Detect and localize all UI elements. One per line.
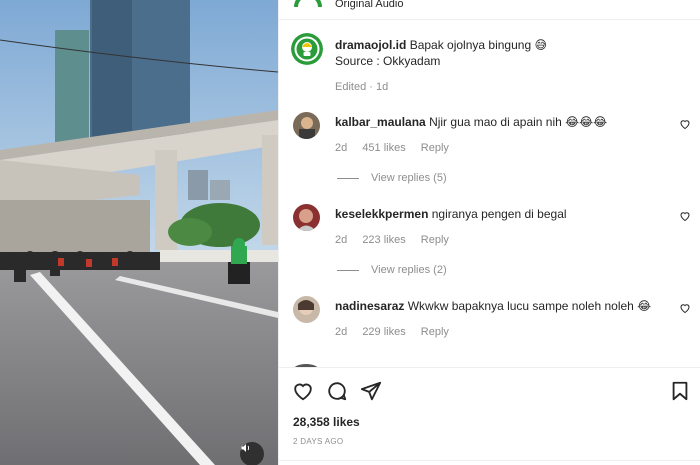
view-replies-button[interactable]: View replies (2) xyxy=(337,264,447,276)
likes-count[interactable]: 28,358 likes xyxy=(293,415,360,429)
audio-header: Original Audio xyxy=(279,0,700,20)
post-date[interactable]: 2 DAYS AGO xyxy=(293,437,343,446)
post-panel: Original Audio dramaojol.id Bapak ojolny… xyxy=(278,0,700,465)
comment-text: Wkwkw bapaknya lucu sampe noleh noleh 😂 xyxy=(407,299,652,313)
heart-icon[interactable] xyxy=(679,302,691,314)
author-avatar[interactable] xyxy=(291,33,323,65)
heart-icon[interactable] xyxy=(292,380,314,402)
comment-body: kalbar_maulana Njir gua mao di apain nih… xyxy=(335,114,665,130)
caption-text: dramaojol.id Bapak ojolnya bingung 😅 Sou… xyxy=(335,37,675,69)
video-player[interactable] xyxy=(0,0,278,465)
post-caption: dramaojol.id Bapak ojolnya bingung 😅 Sou… xyxy=(279,21,700,101)
view-replies-label: View replies (5) xyxy=(371,172,447,184)
comment-likes[interactable]: 451 likes xyxy=(362,142,405,154)
comment-username[interactable]: keselekkpermen xyxy=(335,207,428,221)
divider xyxy=(279,460,700,461)
commenter-avatar[interactable] xyxy=(293,204,320,231)
comment-age: 2d xyxy=(335,142,348,154)
comment-likes[interactable]: 223 likes xyxy=(362,234,405,246)
replies-divider xyxy=(337,177,359,179)
comment-text: ngiranya pengen di begal xyxy=(431,207,567,221)
reply-button[interactable]: Reply xyxy=(421,234,449,246)
commenter-avatar[interactable] xyxy=(293,296,320,323)
heart-icon[interactable] xyxy=(679,118,691,130)
comment-icon[interactable] xyxy=(326,380,348,402)
comment-username[interactable]: kalbar_maulana xyxy=(335,115,426,129)
caption-source: Source : Okkyadam xyxy=(335,54,441,68)
caption-body: Bapak ojolnya bingung 😅 xyxy=(409,38,547,52)
post-actions: 28,358 likes 2 DAYS AGO xyxy=(279,367,700,465)
caption-edited: Edited · 1d xyxy=(335,81,389,93)
comment-body: nadinesaraz Wkwkw bapaknya lucu sampe no… xyxy=(335,298,665,314)
comment-body: keselekkpermen ngiranya pengen di begal xyxy=(335,206,665,222)
comment-meta: 2d 451 likes Reply xyxy=(335,142,461,154)
reply-button[interactable]: Reply xyxy=(421,142,449,154)
comment-age: 2d xyxy=(335,326,348,338)
commenter-avatar[interactable] xyxy=(293,112,320,139)
comments-list[interactable]: dramaojol.id Bapak ojolnya bingung 😅 Sou… xyxy=(279,21,700,367)
caption-username[interactable]: dramaojol.id xyxy=(335,38,406,52)
view-replies-button[interactable]: View replies (5) xyxy=(337,172,447,184)
mute-button[interactable] xyxy=(240,442,264,465)
comment-age: 2d xyxy=(335,234,348,246)
bookmark-icon[interactable] xyxy=(669,380,691,402)
replies-divider xyxy=(337,269,359,271)
speaker-icon xyxy=(241,444,250,452)
view-replies-label: View replies (2) xyxy=(371,264,447,276)
comment-likes[interactable]: 229 likes xyxy=(362,326,405,338)
comment-meta: 2d 229 likes Reply xyxy=(335,326,461,338)
author-avatar-small[interactable] xyxy=(293,0,323,7)
heart-icon[interactable] xyxy=(679,210,691,222)
reply-button[interactable]: Reply xyxy=(421,326,449,338)
comment-meta: 2d 223 likes Reply xyxy=(335,234,461,246)
audio-label[interactable]: Original Audio xyxy=(335,0,404,10)
comment-item: nadinesaraz Wkwkw bapaknya lucu sampe no… xyxy=(279,296,700,366)
comment-username[interactable]: nadinesaraz xyxy=(335,299,404,313)
paper-plane-icon[interactable] xyxy=(360,380,382,402)
video-frame xyxy=(0,0,278,465)
comment-text: Njir gua mao di apain nih 😂😂😂 xyxy=(429,115,608,129)
comment-item-cutoff xyxy=(293,359,683,367)
